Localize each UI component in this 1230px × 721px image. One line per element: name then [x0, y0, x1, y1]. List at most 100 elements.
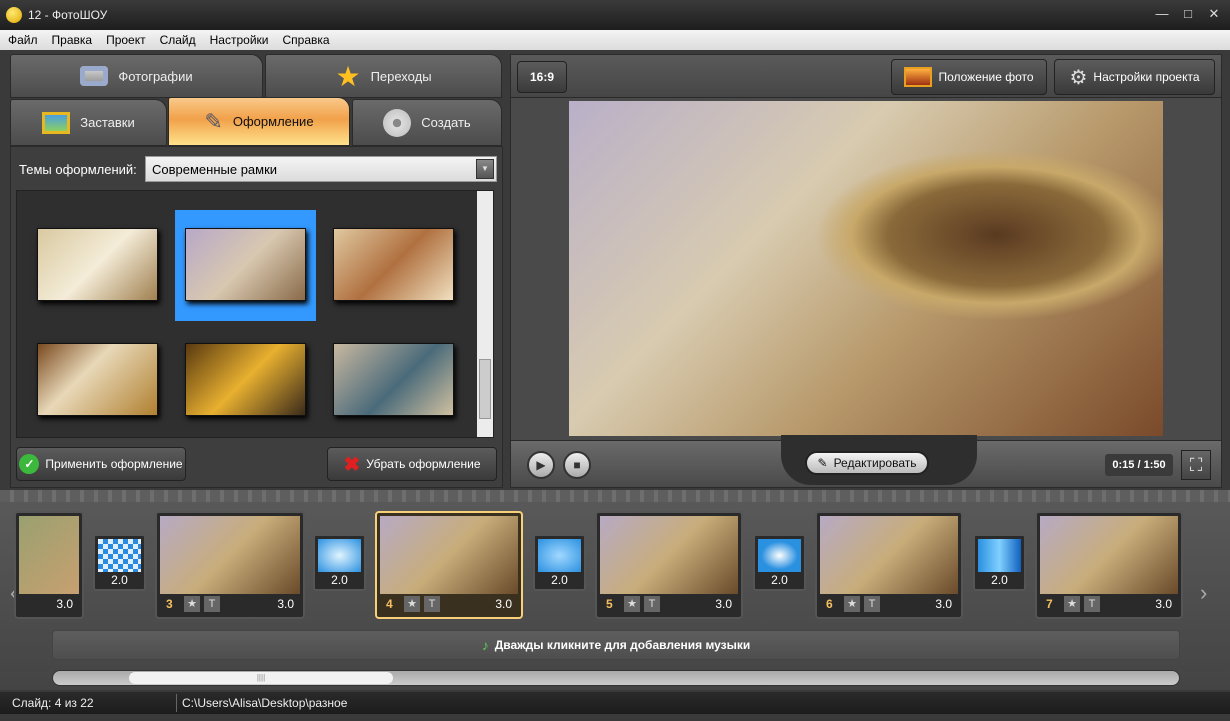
slide-preview-image[interactable] — [569, 101, 1163, 436]
star-icon[interactable]: ★ — [624, 596, 640, 612]
music-track[interactable]: ♪ Дважды кликните для добавления музыки — [52, 630, 1180, 660]
slide-thumbnail — [600, 516, 738, 594]
transition-item[interactable]: 2.0 — [533, 534, 586, 591]
aspect-ratio-button[interactable]: 16:9 — [517, 61, 567, 93]
text-icon[interactable]: T — [1084, 596, 1100, 612]
theme-thumbnail[interactable] — [37, 343, 158, 416]
gallery-scrollbar[interactable] — [477, 191, 493, 437]
theme-thumbnail[interactable] — [185, 343, 306, 416]
project-settings-button[interactable]: ⚙ Настройки проекта — [1054, 59, 1215, 95]
menu-file[interactable]: Файл — [8, 33, 38, 47]
slide-item[interactable]: 3 ★ T 3.0 — [155, 511, 305, 619]
menu-slide[interactable]: Слайд — [160, 33, 196, 47]
text-icon[interactable]: T — [864, 596, 880, 612]
camera-icon — [80, 66, 109, 86]
transition-thumbnail — [538, 539, 581, 572]
tab-transitions[interactable]: ★ Переходы — [265, 54, 502, 98]
photo-position-button[interactable]: Положение фото — [891, 59, 1047, 95]
pencil-icon: ✎ — [817, 456, 828, 470]
button-label: Убрать оформление — [366, 457, 481, 471]
tab-photos[interactable]: Фотографии — [10, 54, 263, 98]
star-icon[interactable]: ★ — [404, 596, 420, 612]
scroll-right-icon[interactable]: › — [1200, 580, 1207, 606]
slide-item-selected[interactable]: 4 ★ T 3.0 — [375, 511, 523, 619]
text-icon[interactable]: T — [424, 596, 440, 612]
theme-thumbnail[interactable] — [333, 228, 454, 301]
preview-toolbar: 16:9 Положение фото ⚙ Настройки проекта — [510, 54, 1222, 98]
slide-counter: Слайд: 4 из 22 — [12, 696, 94, 710]
playback-controls: ▶ ■ ✎ Редактировать 0:15 / 1:50 ⛶ — [510, 435, 1222, 488]
slide-thumbnail — [380, 516, 518, 594]
theme-thumbnail-selected[interactable] — [185, 228, 306, 301]
theme-select[interactable]: Современные рамки ▼ — [145, 156, 497, 182]
menu-project[interactable]: Проект — [106, 33, 146, 47]
project-path: C:\Users\Alisa\Desktop\разное — [182, 696, 348, 710]
star-icon[interactable]: ★ — [1064, 596, 1080, 612]
star-icon[interactable]: ★ — [184, 596, 200, 612]
remove-design-button[interactable]: ✖ Убрать оформление — [327, 447, 497, 481]
theme-selected-value: Современные рамки — [152, 162, 278, 177]
tab-design[interactable]: ✎ Оформление — [168, 97, 350, 146]
transition-duration: 2.0 — [991, 573, 1008, 587]
title-bar: 12 - ФотоШОУ — □ ✕ — [0, 0, 1230, 30]
transition-thumbnail — [978, 539, 1021, 572]
slide-duration: 3.0 — [277, 597, 294, 611]
tab-create[interactable]: Создать — [352, 99, 502, 146]
close-button[interactable]: ✕ — [1202, 6, 1226, 22]
text-icon[interactable]: T — [644, 596, 660, 612]
theme-thumbnail[interactable] — [37, 228, 158, 301]
timeline-scrollbar[interactable]: |||| — [52, 670, 1180, 686]
button-label: Редактировать — [833, 456, 917, 470]
scrollbar-thumb[interactable]: |||| — [129, 672, 393, 684]
transition-item[interactable]: 2.0 — [753, 534, 806, 591]
music-note-icon: ♪ — [481, 637, 489, 653]
transition-duration: 2.0 — [111, 573, 128, 587]
scrollbar-thumb[interactable] — [479, 359, 491, 419]
menu-edit[interactable]: Правка — [52, 33, 93, 47]
checkmark-icon: ✓ — [19, 454, 40, 474]
timeline: ‹ › 3.0 2.0 3★T3.0 2.0 4★T3.0 2.0 5★T3.0… — [0, 490, 1230, 690]
window-title: 12 - ФотоШОУ — [28, 8, 108, 22]
tab-label: Переходы — [370, 68, 432, 84]
button-label: Положение фото — [938, 70, 1034, 84]
theme-gallery — [16, 190, 494, 438]
transition-item[interactable]: 2.0 — [973, 534, 1026, 591]
apply-design-button[interactable]: ✓ Применить оформление — [16, 447, 186, 481]
play-icon[interactable]: ▶ — [527, 451, 555, 479]
menu-help[interactable]: Справка — [282, 33, 329, 47]
slide-duration: 3.0 — [56, 597, 73, 611]
film-strip-decoration — [0, 490, 1230, 502]
edit-button[interactable]: ✎ Редактировать — [805, 451, 929, 475]
star-icon[interactable]: ★ — [844, 596, 860, 612]
slide-item[interactable]: 6 ★ T 3.0 — [815, 511, 963, 619]
slide-item[interactable]: 5 ★ T 3.0 — [595, 511, 743, 619]
picture-icon — [42, 111, 71, 134]
slide-number: 5 — [606, 597, 613, 611]
tab-label: Создать — [421, 115, 471, 130]
text-icon[interactable]: T — [204, 596, 220, 612]
slide-number: 4 — [386, 597, 393, 611]
transition-item[interactable]: 2.0 — [313, 534, 366, 591]
maximize-button[interactable]: □ — [1176, 6, 1200, 21]
slide-thumbnail — [1040, 516, 1178, 594]
menu-settings[interactable]: Настройки — [210, 33, 269, 47]
chevron-down-icon[interactable]: ▼ — [476, 159, 494, 179]
transition-thumbnail — [758, 539, 801, 572]
slide-item[interactable]: 7 ★ T 3.0 — [1035, 511, 1183, 619]
tab-label: Оформление — [232, 114, 314, 129]
aspect-label: 16:9 — [529, 70, 555, 84]
transition-item[interactable]: 2.0 — [93, 534, 146, 591]
slide-duration: 3.0 — [715, 597, 732, 611]
app-logo-icon — [6, 7, 22, 23]
minimize-button[interactable]: — — [1150, 6, 1174, 21]
slide-item[interactable]: 3.0 — [14, 511, 84, 619]
tab-screensavers[interactable]: Заставки — [10, 99, 167, 146]
transition-duration: 2.0 — [331, 573, 348, 587]
film-reel-icon — [383, 108, 412, 137]
stop-icon[interactable]: ■ — [563, 451, 591, 479]
button-label: Применить оформление — [45, 457, 183, 471]
fullscreen-icon[interactable]: ⛶ — [1181, 450, 1211, 480]
slide-duration: 3.0 — [495, 597, 512, 611]
theme-thumbnail[interactable] — [333, 343, 454, 416]
transition-thumbnail — [318, 539, 361, 572]
